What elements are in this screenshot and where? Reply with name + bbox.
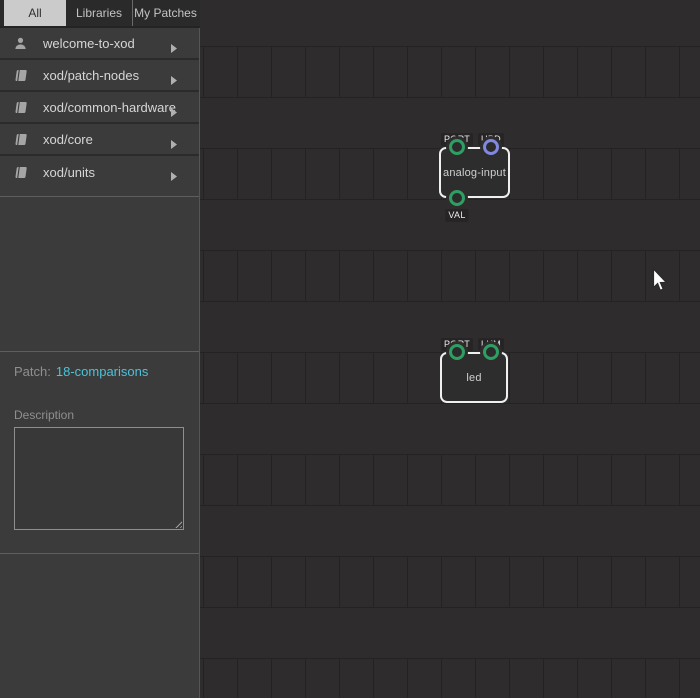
pin-port-input[interactable] bbox=[449, 344, 465, 360]
library-item-xod-common-hardware[interactable]: xod/common-hardware bbox=[0, 92, 199, 124]
pin-upd-input[interactable] bbox=[483, 139, 499, 155]
library-item-label: xod/common-hardware bbox=[43, 100, 176, 115]
pin-port-input[interactable] bbox=[449, 139, 465, 155]
description-textarea[interactable] bbox=[14, 427, 184, 530]
sidebar-divider bbox=[0, 351, 199, 352]
node-led[interactable]: led bbox=[440, 352, 508, 403]
library-item-label: xod/units bbox=[43, 165, 95, 180]
tab-all[interactable]: All bbox=[4, 0, 66, 26]
chevron-right-icon bbox=[171, 168, 177, 186]
book-icon bbox=[14, 101, 28, 114]
patch-name-link[interactable]: 18-comparisons bbox=[56, 364, 149, 379]
chevron-right-icon bbox=[171, 136, 177, 154]
pin-label-val: VAL bbox=[445, 205, 468, 223]
sidebar-divider bbox=[0, 196, 199, 197]
library-item-xod-patch-nodes[interactable]: xod/patch-nodes bbox=[0, 60, 199, 92]
node-label: led bbox=[466, 372, 481, 384]
sidebar-divider bbox=[0, 553, 199, 554]
project-browser-sidebar: All Libraries My Patches welcome-to-xod bbox=[0, 0, 200, 698]
node-analog-input[interactable]: analog-input bbox=[439, 147, 510, 198]
user-icon bbox=[14, 37, 28, 50]
book-icon bbox=[14, 166, 28, 179]
library-item-label: xod/core bbox=[43, 132, 93, 147]
description-label: Description bbox=[14, 408, 74, 422]
chevron-right-icon bbox=[171, 40, 177, 58]
description-field-wrap bbox=[14, 427, 184, 530]
patch-label: Patch: bbox=[14, 364, 51, 379]
pin-val-output[interactable] bbox=[449, 190, 465, 206]
mouse-cursor-icon bbox=[652, 268, 669, 293]
patch-canvas[interactable]: analog-input PORT UPD VAL led PORT LUM bbox=[200, 0, 700, 698]
library-item-xod-core[interactable]: xod/core bbox=[0, 124, 199, 156]
library-item-label: welcome-to-xod bbox=[43, 36, 135, 51]
pin-lum-input[interactable] bbox=[483, 344, 499, 360]
library-item-label: xod/patch-nodes bbox=[43, 68, 139, 83]
book-icon bbox=[14, 133, 28, 146]
current-patch: Patch: 18-comparisons bbox=[14, 364, 148, 379]
book-icon bbox=[14, 69, 28, 82]
chevron-right-icon bbox=[171, 72, 177, 90]
node-label: analog-input bbox=[443, 167, 506, 179]
tab-libraries[interactable]: Libraries bbox=[66, 0, 132, 26]
chevron-right-icon bbox=[171, 104, 177, 122]
tab-my-patches[interactable]: My Patches bbox=[132, 0, 198, 26]
library-item-xod-units[interactable]: xod/units bbox=[0, 156, 199, 188]
library-item-welcome-to-xod[interactable]: welcome-to-xod bbox=[0, 28, 199, 60]
library-list: welcome-to-xod xod/patch-nodes bbox=[0, 28, 199, 188]
browser-tabs: All Libraries My Patches bbox=[0, 0, 200, 26]
